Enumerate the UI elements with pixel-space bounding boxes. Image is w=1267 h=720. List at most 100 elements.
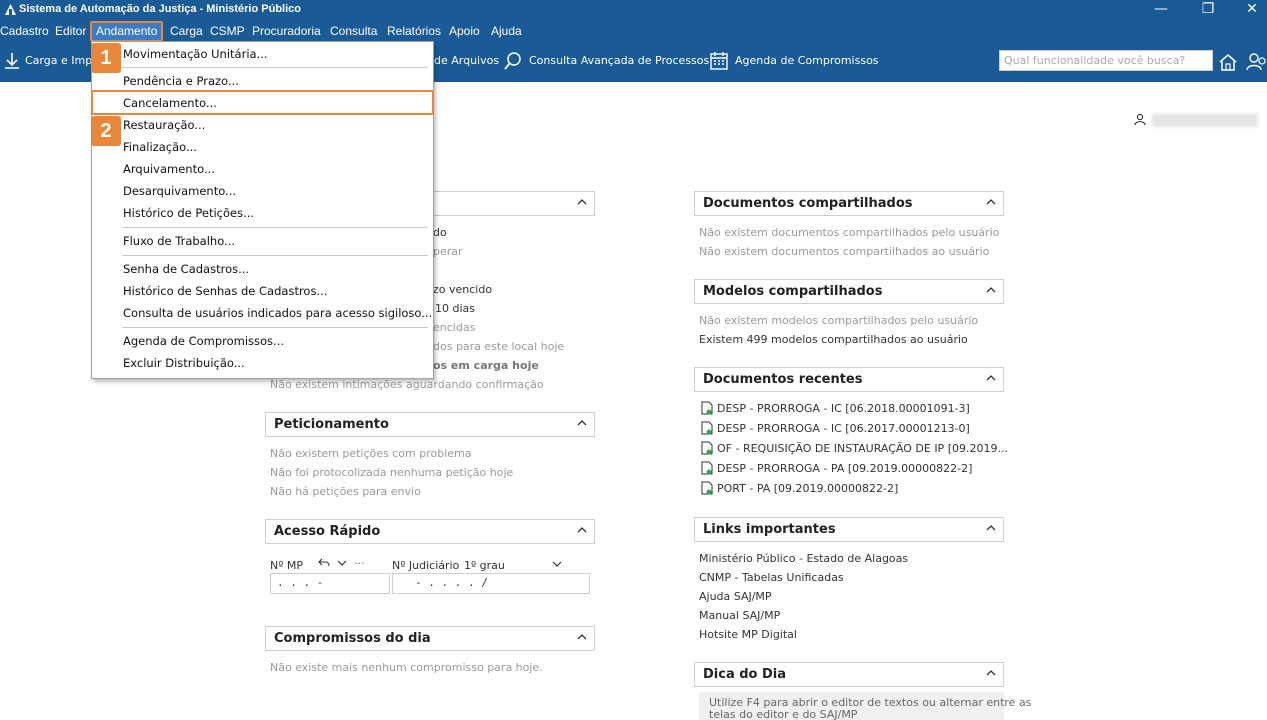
menu-bar: Cadastro Editor Andamento Carga CSMP Pro…: [0, 20, 1267, 42]
grau-select[interactable]: 1º grau: [464, 559, 505, 572]
menu-csmp[interactable]: CSMP: [210, 23, 245, 41]
minimize-button[interactable]: —: [1146, 0, 1176, 20]
chevron-up-icon[interactable]: [985, 667, 997, 679]
link-item[interactable]: Manual SAJ/MP: [699, 609, 780, 622]
panel-title: Peticionamento: [274, 417, 389, 432]
toolbar-agenda-button[interactable]: Agenda de Compromissos: [735, 53, 879, 69]
menu-item-senha-cadastros[interactable]: Senha de Cadastros...: [123, 262, 249, 276]
nr-mp-label: Nº MP: [270, 559, 304, 572]
feature-search-input[interactable]: [999, 50, 1213, 71]
peticionamento-line: Não foi protocolizada nenhuma petição ho…: [270, 466, 514, 479]
tip-line: telas do editor e do SAJ/MP: [709, 708, 858, 720]
dica-panel-header[interactable]: Dica do Dia: [694, 662, 1004, 687]
menu-separator: [122, 227, 428, 228]
chevron-up-icon[interactable]: [985, 372, 997, 384]
docs-compartilhados-line: Não existem documentos compartilhados ao…: [699, 245, 990, 258]
menu-item-pendencia-prazo[interactable]: Pendência e Prazo...: [123, 74, 239, 88]
menu-item-desarquivamento[interactable]: Desarquivamento...: [123, 184, 236, 198]
menu-item-agenda-compromissos[interactable]: Agenda de Compromissos...: [123, 334, 284, 348]
document-icon: [701, 461, 713, 475]
docs-compartilhados-line: Não existem documentos compartilhados pe…: [699, 226, 1000, 239]
menu-item-movimentacao-unitaria[interactable]: Movimentação Unitária...: [123, 47, 268, 61]
chevron-up-icon[interactable]: [985, 522, 997, 534]
modelos-compartilhados-panel-header[interactable]: Modelos compartilhados: [694, 279, 1004, 304]
menu-item-arquivamento[interactable]: Arquivamento...: [123, 162, 215, 176]
menu-item-excluir-distribuicao[interactable]: Excluir Distribuição...: [123, 356, 245, 370]
menu-separator: [122, 327, 428, 328]
users-icon[interactable]: [1246, 52, 1266, 72]
menu-relatorios[interactable]: Relatórios: [387, 23, 441, 41]
chevron-up-icon[interactable]: [985, 284, 997, 296]
window-title: Sistema de Automação da Justiça - Minist…: [19, 3, 301, 15]
menu-item-cancelamento[interactable]: Cancelamento...: [123, 96, 217, 110]
menu-separator: [122, 67, 428, 68]
recent-document-link[interactable]: OF - REQUISIÇÃO DE INSTAURAÇÃO DE IP [09…: [717, 442, 1008, 455]
menu-item-historico-peticoes[interactable]: Histórico de Petições...: [123, 206, 254, 220]
title-bar: Sistema de Automação da Justiça - Minist…: [0, 0, 1267, 20]
recent-document-link[interactable]: DESP - PRORROGA - IC [06.2018.00001091-3…: [717, 402, 970, 415]
menu-item-finalizacao[interactable]: Finalização...: [123, 140, 197, 154]
chevron-up-icon[interactable]: [576, 196, 588, 208]
andamento-dropdown-menu: Movimentação Unitária... Pendência e Pra…: [91, 41, 434, 379]
chevron-down-icon[interactable]: [336, 557, 348, 569]
chevron-down-icon[interactable]: [551, 558, 563, 570]
toolbar-carga-button[interactable]: Carga e Impo: [25, 53, 99, 69]
link-item[interactable]: Ajuda SAJ/MP: [699, 590, 772, 603]
home-icon[interactable]: [1218, 52, 1238, 72]
toolbar-arquivos-button[interactable]: de Arquivos: [434, 53, 499, 69]
download-icon: [5, 53, 19, 69]
more-options[interactable]: ···: [354, 557, 365, 570]
menu-editor[interactable]: Editor: [55, 23, 86, 41]
tip-box: Utilize F4 para abrir o editor de textos…: [699, 692, 1031, 720]
partial-line: dos para este local hoje: [433, 340, 565, 353]
acesso-rapido-panel-header[interactable]: Acesso Rápido: [265, 519, 595, 544]
menu-item-restauracao[interactable]: Restauração...: [123, 118, 205, 132]
document-icon: [701, 481, 713, 495]
compromissos-panel-header[interactable]: Compromissos do dia: [265, 626, 595, 651]
menu-consulta[interactable]: Consulta: [330, 23, 377, 41]
link-item[interactable]: Hotsite MP Digital: [699, 628, 797, 641]
step-badge-1: 1: [91, 43, 121, 73]
link-item[interactable]: CNMP - Tabelas Unificadas: [699, 571, 844, 584]
peticionamento-line: Não existem petições com problema: [270, 447, 472, 460]
chevron-up-icon[interactable]: [985, 196, 997, 208]
recent-document-link[interactable]: PORT - PA [09.2019.00000822-2]: [717, 482, 898, 495]
menu-cadastro[interactable]: Cadastro: [0, 23, 49, 41]
modelos-line: Não existem modelos compartilhados pelo …: [699, 314, 979, 327]
chevron-up-icon[interactable]: [576, 524, 588, 536]
calendar-icon: [710, 52, 728, 70]
panel-title: Links importantes: [703, 522, 836, 537]
nr-judiciario-label: Nº Judiciário: [392, 559, 460, 572]
docs-compartilhados-panel-header[interactable]: Documentos compartilhados: [694, 191, 1004, 216]
recent-document-link[interactable]: DESP - PRORROGA - PA [09.2019.00000822-2…: [717, 462, 972, 475]
menu-apoio[interactable]: Apoio: [449, 23, 480, 41]
menu-andamento[interactable]: Andamento: [90, 21, 164, 42]
user-icon: [1134, 113, 1146, 125]
peticionamento-panel-header[interactable]: Peticionamento: [265, 412, 595, 437]
menu-item-fluxo-trabalho[interactable]: Fluxo de Trabalho...: [123, 234, 235, 248]
partial-line: 10 dias: [435, 302, 476, 315]
link-item[interactable]: Ministério Público - Estado de Alagoas: [699, 552, 908, 565]
nr-mp-input[interactable]: . . . -: [270, 573, 390, 594]
links-panel-header[interactable]: Links importantes: [694, 517, 1004, 542]
chevron-up-icon[interactable]: [576, 631, 588, 643]
menu-ajuda[interactable]: Ajuda: [491, 23, 522, 41]
search-process-icon: [504, 52, 521, 70]
undo-icon[interactable]: [318, 557, 330, 569]
docs-recentes-panel-header[interactable]: Documentos recentes: [694, 367, 1004, 392]
menu-item-historico-senhas[interactable]: Histórico de Senhas de Cadastros...: [123, 284, 327, 298]
menu-procuradoria[interactable]: Procuradoria: [252, 23, 321, 41]
close-button[interactable]: ✕: [1237, 0, 1267, 20]
recent-document-link[interactable]: DESP - PRORROGA - IC [06.2017.00001213-0…: [717, 422, 970, 435]
partial-line: zo vencido: [433, 283, 493, 296]
restore-button[interactable]: ❐: [1193, 0, 1223, 20]
partial-line: encidas: [433, 321, 476, 334]
nr-judiciario-input[interactable]: - . . . . /: [392, 573, 590, 594]
chevron-up-icon[interactable]: [576, 417, 588, 429]
app-logo-icon: [5, 4, 16, 15]
document-icon: [701, 441, 713, 455]
menu-carga[interactable]: Carga: [170, 23, 203, 41]
modelos-link[interactable]: Existem 499 modelos compartilhados ao us…: [699, 333, 968, 346]
menu-item-consulta-usuarios-sigiloso[interactable]: Consulta de usuários indicados para aces…: [123, 306, 432, 320]
toolbar-consulta-avancada-button[interactable]: Consulta Avançada de Processos: [529, 53, 709, 69]
